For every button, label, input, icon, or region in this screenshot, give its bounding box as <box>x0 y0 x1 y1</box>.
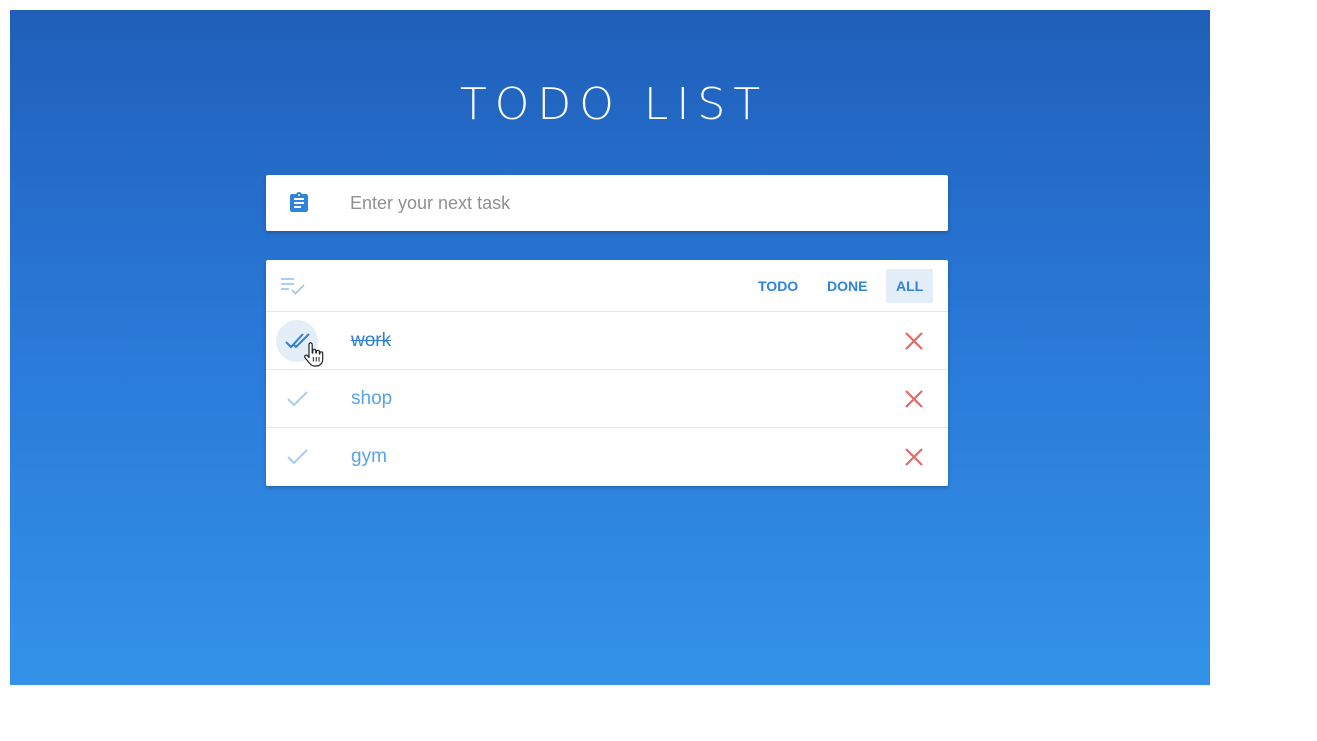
filter-done-button[interactable]: DONE <box>817 269 877 303</box>
task-label: gym <box>351 446 387 467</box>
task-row: shop <box>266 370 948 428</box>
double-check-icon <box>285 333 310 349</box>
task-label: shop <box>351 388 393 409</box>
delete-icon[interactable] <box>902 387 926 411</box>
check-icon <box>287 391 308 407</box>
new-task-input[interactable] <box>350 188 910 218</box>
task-row: work <box>266 312 948 370</box>
delete-icon[interactable] <box>902 445 926 469</box>
page-title: TODO LIST <box>459 79 769 130</box>
clipboard-icon <box>290 192 308 212</box>
filter-all-button[interactable]: ALL <box>886 269 934 303</box>
delete-icon[interactable] <box>902 329 926 353</box>
app-background: TODO LIST TODO DONE ALL work <box>10 10 1210 685</box>
filter-todo-button[interactable]: TODO <box>748 269 808 303</box>
task-list-card: TODO DONE ALL work shop gym <box>266 260 948 486</box>
task-label: work <box>351 330 392 351</box>
toggle-done-button[interactable] <box>276 320 318 362</box>
task-row: gym <box>266 428 948 486</box>
check-icon <box>287 449 308 465</box>
toggle-done-button[interactable] <box>276 436 318 478</box>
playlist-check-icon <box>281 278 305 295</box>
new-task-card <box>266 175 948 231</box>
filter-toolbar: TODO DONE ALL <box>266 260 948 312</box>
toggle-done-button[interactable] <box>276 378 318 420</box>
